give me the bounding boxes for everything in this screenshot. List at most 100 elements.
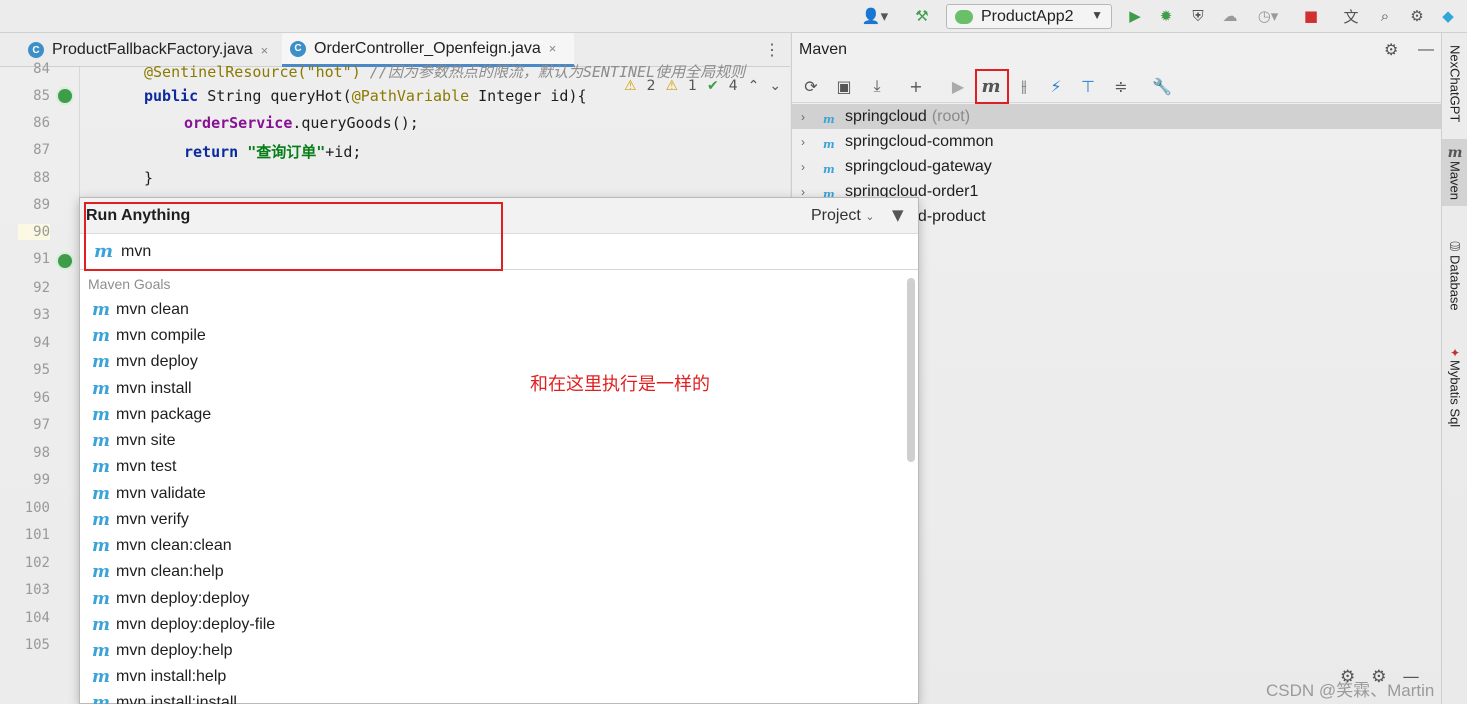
watermark: CSDN @笑霖、Martin [1266,681,1435,700]
line-number: 84 [33,61,50,77]
spring-mapping-icon[interactable] [56,252,74,270]
code-annotation: @PathVariable [351,87,470,105]
maven-goal-item[interactable]: m mvn install:install [92,691,237,704]
maven-goal-item[interactable]: m mvn install [92,377,192,401]
goal-label: mvn deploy:deploy-file [116,616,276,633]
settings-gear-icon[interactable]: ⚙ [1406,6,1428,26]
code-keyword: public [144,87,199,105]
maven-icon: m [92,536,110,556]
chevron-up-icon[interactable]: ⌃ [748,78,760,94]
close-icon[interactable]: × [261,43,269,58]
scope-dropdown[interactable]: Project ⌄ [811,207,874,225]
line-gutter: 84 85 86 87 88 89 90 91 92 93 94 95 96 9… [0,61,80,704]
sidebar-tab-maven[interactable]: m Maven [1442,139,1467,207]
skip-tests-icon[interactable]: ⚡ [1045,76,1067,96]
add-icon[interactable]: + [905,76,927,96]
chevron-right-icon[interactable]: › [801,135,815,149]
code-field: orderService [184,114,293,132]
goal-label: mvn deploy [116,353,198,370]
sidebar-tab-database[interactable]: ⛁ Database [1442,240,1467,311]
settings-gear-icon[interactable]: ⚙ [1384,40,1398,60]
sidebar-tab-label: Database [1447,255,1463,311]
spring-mapping-icon[interactable] [56,87,74,105]
maven-goal-item[interactable]: m mvn site [92,429,176,453]
maven-goal-item[interactable]: m mvn package [92,403,211,427]
maven-icon: m [92,589,110,609]
scope-label: Project [811,207,861,224]
coverage-shield-icon[interactable]: ⛨ [1187,6,1209,26]
line-number: 103 [24,582,50,598]
maven-tree-item[interactable]: › m springcloud-common [792,129,1442,154]
line-number: 102 [24,555,50,571]
goal-label: mvn deploy:deploy [116,590,250,607]
code-annotation: @SentinelResource("hot") [144,63,361,81]
maven-icon: m [92,693,110,704]
maven-module-icon: m [823,112,835,126]
sidebar-tab-mybatis-sql[interactable]: ✦ Mybatis Sql [1442,346,1467,427]
plugin-logo-icon[interactable]: ◆ [1437,6,1459,26]
maven-goal-item[interactable]: m mvn clean:clean [92,534,232,558]
chevron-right-icon[interactable]: › [801,160,815,174]
maven-icon: m [92,615,110,635]
run-icon[interactable]: ▶ [1124,6,1146,26]
show-dependencies-icon[interactable]: ⊤ [1077,76,1099,96]
run-anything-popup: Run Anything Project ⌄ ▼ m Maven Goals m… [79,197,919,704]
maven-goal-item[interactable]: m mvn clean [92,298,189,322]
goal-label: mvn install:install [116,694,237,704]
profiler-icon[interactable]: ☁ [1219,6,1241,26]
reload-icon[interactable]: ⟳ [800,76,822,96]
maven-tree-item[interactable]: › m springcloud (root) [792,104,1442,129]
code-string: "查询订单" [238,143,326,161]
goal-label: mvn test [116,458,177,475]
warning-icon: ⚠ [624,78,637,94]
user-icon[interactable]: 👤▾ [858,6,892,26]
weak-warning-count: 1 [688,78,697,94]
line-number: 104 [24,610,50,626]
wrench-settings-icon[interactable]: 🔧 [1151,76,1173,96]
section-header: Maven Goals [88,276,171,292]
maven-goal-item[interactable]: m mvn verify [92,508,189,532]
maven-goal-item[interactable]: m mvn deploy [92,350,198,374]
goal-label: mvn deploy:help [116,642,233,659]
code-line-88: } [144,169,153,187]
code-text: } [144,169,154,187]
stop-icon[interactable]: ■ [1300,6,1322,26]
hide-minimize-icon[interactable]: — [1418,41,1434,59]
maven-goal-item[interactable]: m mvn install:help [92,665,226,689]
run-icon[interactable]: ▶ [947,76,969,96]
goal-label: mvn clean [116,301,189,318]
download-icon[interactable]: ⤓ [866,76,888,96]
add-folder-icon[interactable]: ▣ [833,76,855,96]
attach-profiler-icon[interactable]: ◷▾ [1251,6,1285,26]
chevron-down-icon: ⌄ [865,211,875,223]
maven-goal-item[interactable]: m mvn deploy:deploy-file [92,613,275,637]
toggle-offline-icon[interactable]: ⫲ [1013,76,1035,96]
filter-funnel-icon[interactable]: ▼ [892,206,904,224]
goal-label: mvn compile [116,327,206,344]
run-config-label: ProductApp2 [981,7,1074,25]
maven-goal-item[interactable]: m mvn deploy:deploy [92,587,249,611]
maven-goal-item[interactable]: m mvn clean:help [92,560,224,584]
translate-icon[interactable]: 文 [1340,6,1362,26]
sidebar-tab-nexchatgpt[interactable]: NexChatGPT [1442,45,1467,122]
run-config-select[interactable]: ProductApp2 ▼ [946,4,1112,29]
scrollbar[interactable] [907,278,915,462]
annotation-text: 和在这里执行是一样的 [530,374,710,395]
maven-goal-item[interactable]: m mvn deploy:help [92,639,233,663]
maven-module-icon: m [823,137,835,151]
inspection-widget[interactable]: ⚠ 2 ⚠ 1 ✔ 4 ⌃ ⌄ [624,76,781,96]
maven-goal-item[interactable]: m mvn validate [92,482,206,506]
maven-title: Maven [799,41,848,58]
chevron-right-icon[interactable]: › [801,110,815,124]
code-line-87: return "查询订单"+id; [184,141,361,162]
build-hammer-icon[interactable]: ⚒ [910,6,934,26]
maven-goal-item[interactable]: m mvn compile [92,324,206,348]
debug-bug-icon[interactable]: ✹ [1155,6,1177,26]
maven-goal-item[interactable]: m mvn test [92,455,176,479]
maven-tree-item[interactable]: › m springcloud-gateway [792,154,1442,179]
close-icon[interactable]: × [549,41,557,56]
chevron-down-icon[interactable]: ⌄ [769,78,781,94]
collapse-all-icon[interactable]: ≑ [1110,76,1132,96]
search-icon[interactable]: ⌕ [1374,6,1396,26]
tabs-more-icon[interactable]: ⋮ [764,33,780,67]
